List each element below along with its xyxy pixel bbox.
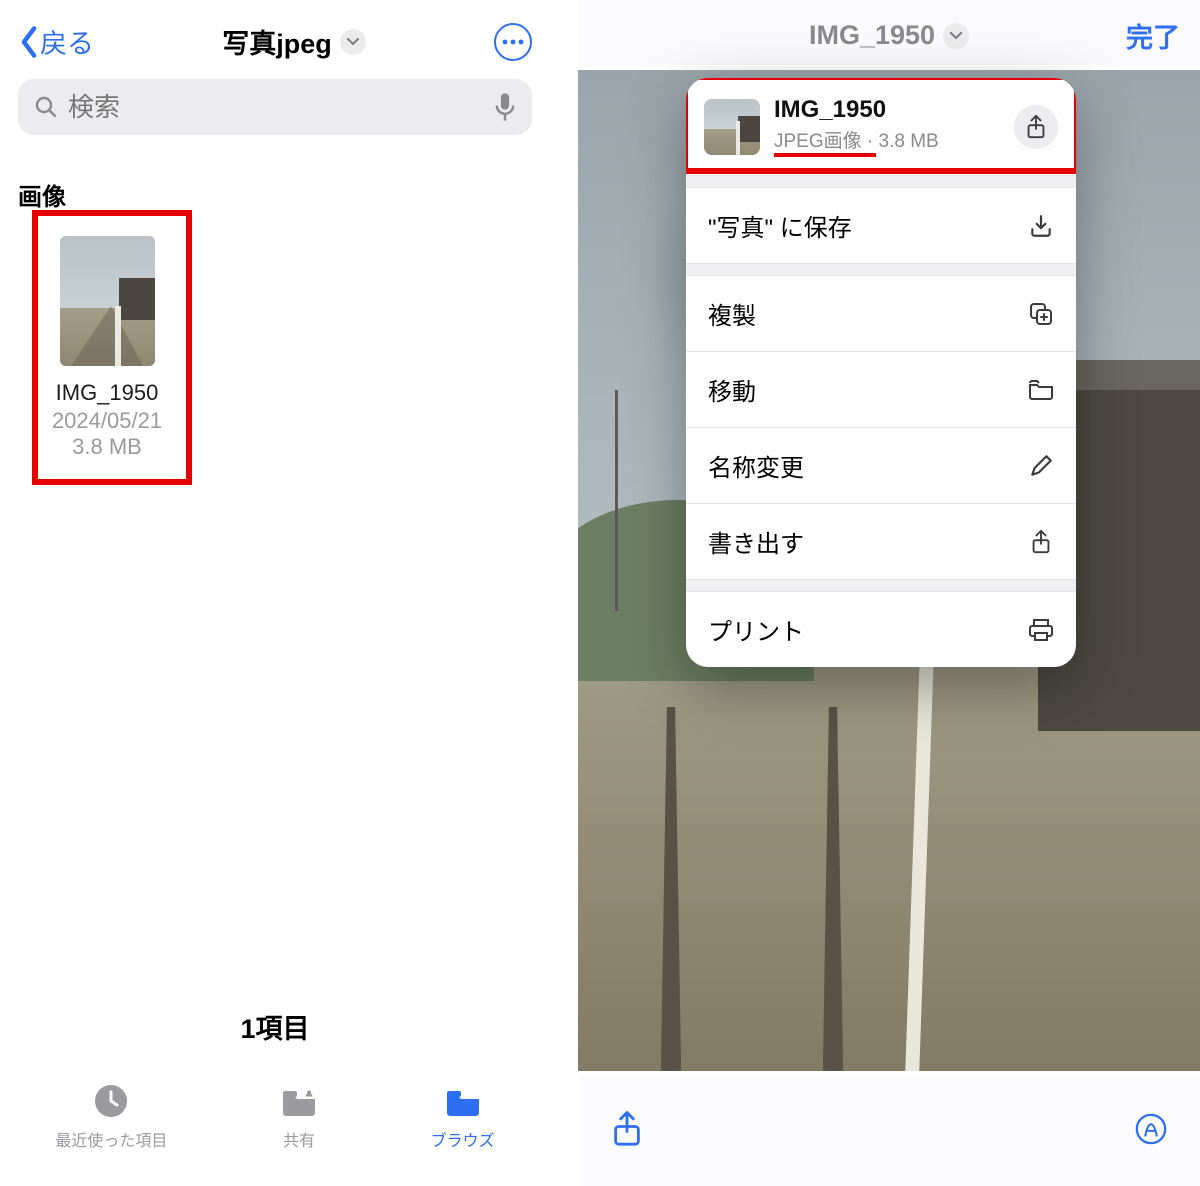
menu-label: "写真" に保存 <box>708 208 852 243</box>
duplicate-icon <box>1028 301 1054 327</box>
printer-icon <box>1028 617 1054 643</box>
menu-move[interactable]: 移動 <box>686 351 1076 427</box>
info-filesize: 3.8 MB <box>879 131 939 152</box>
download-icon <box>1028 213 1054 239</box>
file-title-text: IMG_1950 <box>809 20 935 51</box>
tab-label: 最近使った項目 <box>55 1127 167 1151</box>
menu-label: 移動 <box>708 372 756 407</box>
search-icon <box>34 95 58 119</box>
info-filename: IMG_1950 <box>774 96 1000 124</box>
export-icon <box>1028 529 1054 555</box>
share-icon <box>1023 114 1049 140</box>
back-button[interactable]: 戻る <box>18 22 94 61</box>
item-count: 1項目 <box>0 1007 550 1046</box>
file-title[interactable]: IMG_1950 <box>809 20 969 51</box>
mic-icon[interactable] <box>494 92 516 122</box>
share-button[interactable] <box>610 1110 644 1153</box>
more-options-button[interactable] <box>494 23 532 61</box>
markup-icon <box>1134 1110 1168 1148</box>
nav-bar: 戻る 写真jpeg <box>0 0 550 79</box>
pencil-icon <box>1028 453 1054 479</box>
highlight-underline <box>774 153 876 157</box>
tab-browse[interactable]: ブラウズ <box>431 1081 495 1151</box>
file-info-header: IMG_1950 JPEG画像 · 3.8 MB <box>686 78 1076 175</box>
tab-shared[interactable]: 共有 <box>278 1081 320 1151</box>
menu-print[interactable]: プリント <box>686 591 1076 667</box>
search-bar[interactable] <box>18 79 532 135</box>
separator: · <box>862 131 879 152</box>
info-meta: JPEG画像 · 3.8 MB <box>774 126 1000 157</box>
action-sheet: IMG_1950 JPEG画像 · 3.8 MB "写真" に保存 複製 移動 <box>686 78 1076 667</box>
shared-folder-icon <box>278 1081 320 1121</box>
menu-export[interactable]: 書き出す <box>686 503 1076 579</box>
file-thumbnail <box>704 99 760 155</box>
folder-icon <box>442 1081 484 1121</box>
share-button[interactable] <box>1014 105 1058 149</box>
menu-save-to-photos[interactable]: "写真" に保存 <box>686 187 1076 263</box>
markup-button[interactable] <box>1134 1110 1168 1153</box>
menu-duplicate[interactable]: 複製 <box>686 275 1076 351</box>
menu-label: プリント <box>708 612 804 647</box>
chevron-left-icon <box>18 25 40 59</box>
clock-icon <box>90 1081 132 1121</box>
info-filetype: JPEG画像 <box>774 131 862 152</box>
chevron-down-icon <box>943 23 969 49</box>
files-browser-screen: 戻る 写真jpeg 画像 IMG_1950 2024/05/21 3.8 MB … <box>0 0 550 1186</box>
share-icon <box>610 1110 644 1148</box>
menu-label: 書き出す <box>708 524 804 559</box>
folder-title-text: 写真jpeg <box>222 22 332 61</box>
chevron-down-icon <box>340 29 366 55</box>
folder-icon <box>1028 377 1054 403</box>
menu-rename[interactable]: 名称変更 <box>686 427 1076 503</box>
nav-bar: IMG_1950 完了 <box>578 0 1200 65</box>
back-label: 戻る <box>40 22 94 61</box>
folder-title[interactable]: 写真jpeg <box>222 22 366 61</box>
search-input[interactable] <box>68 92 494 123</box>
tab-label: 共有 <box>283 1127 315 1151</box>
tab-bar: 最近使った項目 共有 ブラウズ <box>0 1066 550 1186</box>
tab-label: ブラウズ <box>431 1127 495 1151</box>
bottom-toolbar <box>578 1076 1200 1186</box>
ellipsis-icon <box>502 39 524 45</box>
file-preview-screen: IMG_1950 完了 IMG_1950 JPEG画像 · 3.8 MB <box>578 0 1200 1186</box>
done-button[interactable]: 完了 <box>1126 16 1180 55</box>
menu-label: 名称変更 <box>708 448 804 483</box>
menu-label: 複製 <box>708 296 756 331</box>
file-thumbnail <box>60 236 155 366</box>
tab-recent[interactable]: 最近使った項目 <box>55 1081 167 1151</box>
